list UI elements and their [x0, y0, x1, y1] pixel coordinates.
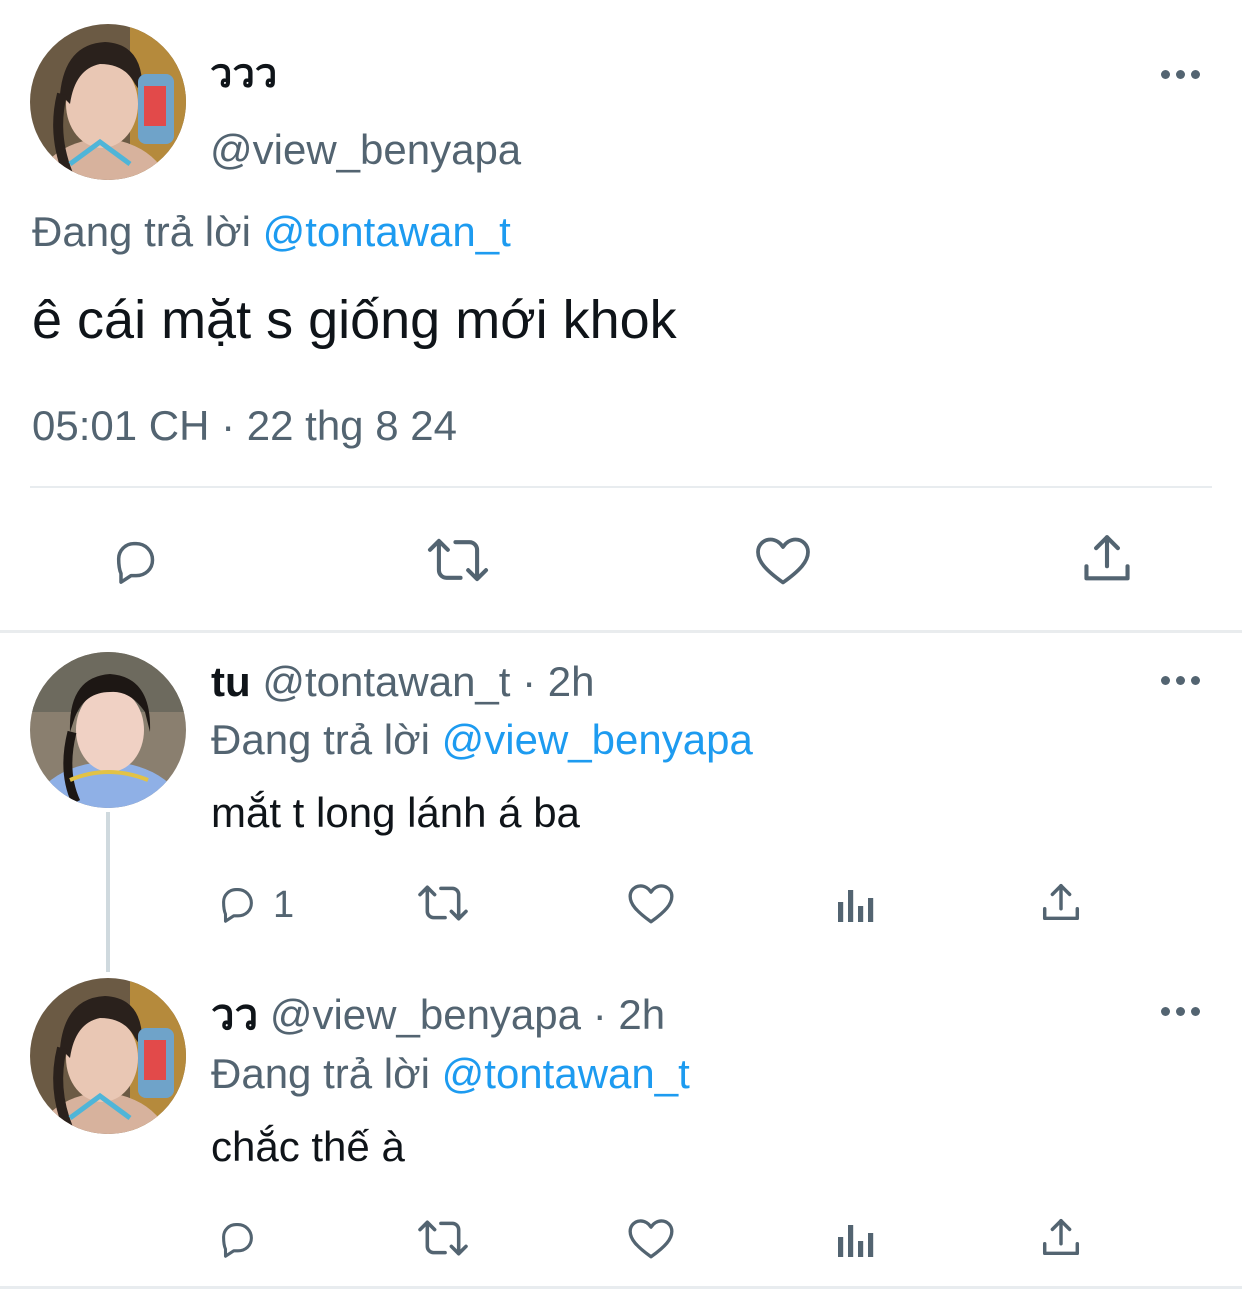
reply-time[interactable]: · 2h	[593, 991, 665, 1038]
retweet-icon[interactable]	[415, 1215, 471, 1261]
share-icon[interactable]	[1038, 880, 1084, 926]
section-divider	[0, 630, 1242, 633]
share-icon[interactable]	[1038, 1215, 1084, 1261]
reply-handle[interactable]: @view_benyapa	[270, 991, 581, 1038]
reply-text: mắt t long lánh á ba	[211, 789, 580, 836]
replying-prefix: Đang trả lời	[211, 716, 430, 763]
reply-avatar[interactable]	[30, 978, 186, 1134]
more-icon[interactable]	[1161, 1007, 1200, 1016]
retweet-icon[interactable]	[415, 880, 471, 926]
retweet-icon[interactable]	[424, 532, 492, 588]
replying-prefix: Đang trả lời	[32, 208, 251, 255]
reply-icon[interactable]	[105, 532, 165, 588]
more-icon[interactable]	[1161, 70, 1200, 79]
reply-icon[interactable]	[213, 1215, 261, 1261]
reply-icon[interactable]	[213, 880, 261, 926]
divider	[0, 1286, 1242, 1289]
reply-time[interactable]: · 2h	[522, 658, 594, 705]
more-icon[interactable]	[1161, 676, 1200, 685]
replying-to-handle[interactable]: @view_benyapa	[442, 716, 753, 763]
reply-header: tu @tontawan_t · 2h	[211, 656, 595, 708]
main-avatar[interactable]	[30, 24, 186, 180]
like-icon[interactable]	[753, 532, 813, 588]
share-icon[interactable]	[1078, 530, 1136, 588]
views-icon[interactable]	[836, 884, 876, 924]
reply-count: 1	[273, 884, 295, 926]
tweet-text: ê cái mặt s giống mới khok	[32, 290, 677, 350]
like-icon[interactable]	[626, 880, 676, 926]
display-name[interactable]: ววว	[210, 50, 277, 98]
replying-to-handle[interactable]: @tontawan_t	[442, 1050, 690, 1097]
tweet-timestamp[interactable]: 05:01 CH · 22 thg 8 24	[32, 400, 457, 452]
replying-to-line: Đang trả lời @tontawan_t	[32, 206, 511, 258]
divider	[30, 486, 1212, 488]
like-icon[interactable]	[626, 1215, 676, 1261]
reply-display-name[interactable]: วว	[211, 991, 258, 1038]
reply-text: chắc thế à	[211, 1123, 405, 1170]
views-icon[interactable]	[836, 1219, 876, 1259]
replying-to-line: Đang trả lời @view_benyapa	[211, 714, 753, 766]
replying-to-line: Đang trả lời @tontawan_t	[211, 1048, 690, 1100]
reply-header: วว @view_benyapa · 2h	[211, 989, 665, 1041]
reply-avatar[interactable]	[30, 652, 186, 808]
thread-line	[106, 812, 110, 972]
user-handle[interactable]: @view_benyapa	[210, 124, 521, 176]
replying-to-handle[interactable]: @tontawan_t	[263, 208, 511, 255]
reply-display-name[interactable]: tu	[211, 658, 251, 705]
replying-prefix: Đang trả lời	[211, 1050, 430, 1097]
reply-handle[interactable]: @tontawan_t	[262, 658, 510, 705]
